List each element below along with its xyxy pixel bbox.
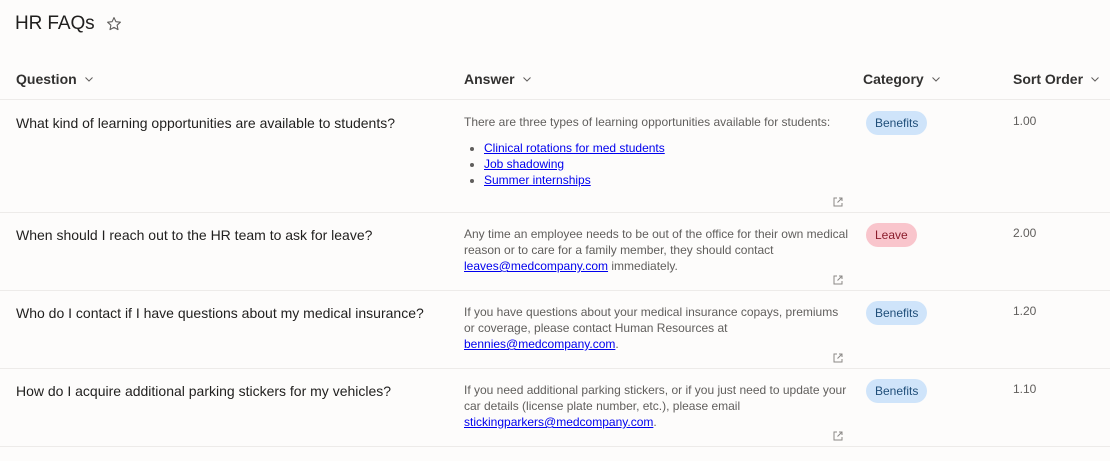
answer-text: If you have questions about your medical… [464, 305, 839, 335]
expand-icon[interactable] [832, 430, 844, 442]
sort-order-cell: 1.00 [1013, 114, 1037, 128]
answer-link[interactable]: Job shadowing [484, 157, 564, 171]
table-row[interactable]: What kind of learning opportunities are … [0, 101, 1110, 213]
chevron-down-icon [931, 74, 941, 84]
list-item: Job shadowing [484, 156, 849, 172]
column-header-label: Question [16, 71, 77, 87]
answer-cell: There are three types of learning opport… [464, 114, 849, 188]
column-header-label: Category [863, 71, 924, 87]
list-item: Clinical rotations for med students [484, 140, 849, 156]
chevron-down-icon [84, 74, 94, 84]
answer-text: If you need additional parking stickers,… [464, 383, 847, 413]
column-header-category[interactable]: Category [863, 71, 941, 87]
email-link[interactable]: bennies@medcompany.com [464, 337, 615, 351]
sort-order-cell: 2.00 [1013, 226, 1037, 240]
category-badge: Benefits [866, 301, 928, 325]
list-item: Summer internships [484, 172, 849, 188]
column-header-sort-order[interactable]: Sort Order [1013, 71, 1100, 87]
answer-cell: Any time an employee needs to be out of … [464, 226, 849, 274]
question-cell: What kind of learning opportunities are … [16, 115, 396, 131]
sort-order-cell: 1.20 [1013, 304, 1037, 318]
answer-text: There are three types of learning opport… [464, 115, 831, 129]
table-row[interactable]: Who do I contact if I have questions abo… [0, 291, 1110, 369]
question-cell: How do I acquire additional parking stic… [16, 383, 392, 399]
star-outline-icon[interactable] [106, 16, 122, 32]
category-badge: Benefits [866, 111, 928, 135]
answer-text: . [615, 337, 619, 351]
page-title: HR FAQs [15, 13, 95, 34]
chevron-down-icon [522, 74, 532, 84]
column-header-question[interactable]: Question [16, 71, 94, 87]
answer-cell: If you need additional parking stickers,… [464, 382, 849, 430]
question-cell: Who do I contact if I have questions abo… [16, 305, 424, 321]
category-badge: Leave [866, 223, 917, 247]
question-cell: When should I reach out to the HR team t… [16, 227, 373, 243]
page-header: HR FAQs [15, 12, 122, 36]
column-header-label: Answer [464, 71, 515, 87]
answer-text: . [653, 415, 657, 429]
column-header-label: Sort Order [1013, 71, 1084, 87]
email-link[interactable]: stickingparkers@medcompany.com [464, 415, 653, 429]
column-header-answer[interactable]: Answer [464, 71, 532, 87]
answer-text: immediately. [608, 259, 678, 273]
table-header: Question Answer Category Sort Order [0, 58, 1110, 100]
answer-link-list: Clinical rotations for med students Job … [484, 140, 849, 188]
table-row[interactable]: When should I reach out to the HR team t… [0, 213, 1110, 291]
answer-cell: If you have questions about your medical… [464, 304, 849, 352]
expand-icon[interactable] [832, 196, 844, 208]
table-row[interactable]: How do I acquire additional parking stic… [0, 369, 1110, 447]
sort-order-cell: 1.10 [1013, 382, 1037, 396]
expand-icon[interactable] [832, 274, 844, 286]
answer-text: Any time an employee needs to be out of … [464, 227, 848, 257]
expand-icon[interactable] [832, 352, 844, 364]
answer-link[interactable]: Summer internships [484, 173, 591, 187]
answer-link[interactable]: Clinical rotations for med students [484, 141, 665, 155]
chevron-down-icon [1090, 74, 1100, 84]
email-link[interactable]: leaves@medcompany.com [464, 259, 608, 273]
category-badge: Benefits [866, 379, 928, 403]
